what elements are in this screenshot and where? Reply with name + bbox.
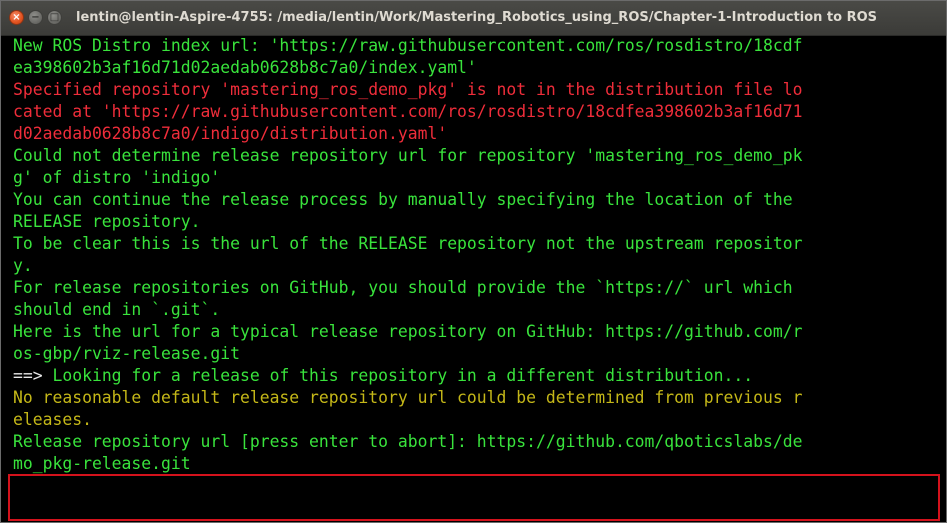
close-icon: ×: [12, 12, 21, 23]
terminal-line: ==> Looking for a release of this reposi…: [13, 365, 939, 387]
window-titlebar[interactable]: × − □ lentin@lentin-Aspire-4755: /media/…: [1, 1, 946, 36]
terminal-line: ea398602b3af16d71d02aedab0628b8c7a0/inde…: [13, 58, 477, 77]
maximize-icon: □: [49, 12, 60, 23]
terminal-line: No reasonable default release repository…: [13, 388, 803, 407]
terminal-line: y.: [13, 256, 33, 275]
terminal-line: To be clear this is the url of the RELEA…: [13, 234, 803, 253]
terminal-line: Could not determine release repository u…: [13, 146, 803, 165]
terminal-line: os-gbp/rviz-release.git: [13, 344, 240, 363]
terminal-line: You can continue the release process by …: [13, 190, 793, 209]
minimize-window-button[interactable]: −: [28, 10, 43, 25]
close-window-button[interactable]: ×: [9, 10, 24, 25]
minimize-icon: −: [31, 12, 40, 23]
terminal-line: d02aedab0628b8c7a0/indigo/distribution.y…: [13, 124, 448, 143]
terminal-line: For release repositories on GitHub, you …: [13, 278, 793, 297]
terminal-line: Here is the url for a typical release re…: [13, 322, 803, 341]
terminal-arrow-prefix: ==>: [13, 366, 43, 385]
terminal-line: RELEASE repository.: [13, 212, 201, 231]
terminal-line: New ROS Distro index url: 'https://raw.g…: [13, 36, 803, 55]
terminal-line: mo_pkg-release.git: [13, 454, 191, 473]
terminal-line: eleases.: [13, 410, 92, 429]
terminal-line: should end in `.git`.: [13, 300, 221, 319]
maximize-window-button[interactable]: □: [47, 10, 62, 25]
window-title: lentin@lentin-Aspire-4755: /media/lentin…: [76, 10, 878, 25]
terminal-line-text: Looking for a release of this repository…: [42, 366, 754, 385]
terminal-line: cated at 'https://raw.githubusercontent.…: [13, 102, 803, 121]
terminal-output[interactable]: New ROS Distro index url: 'https://raw.g…: [13, 35, 939, 520]
terminal-line: Release repository url [press enter to a…: [13, 432, 803, 451]
terminal-line: Specified repository 'mastering_ros_demo…: [13, 80, 803, 99]
terminal-window: × − □ lentin@lentin-Aspire-4755: /media/…: [0, 0, 947, 523]
terminal-line: g' of distro 'indigo': [13, 168, 221, 187]
